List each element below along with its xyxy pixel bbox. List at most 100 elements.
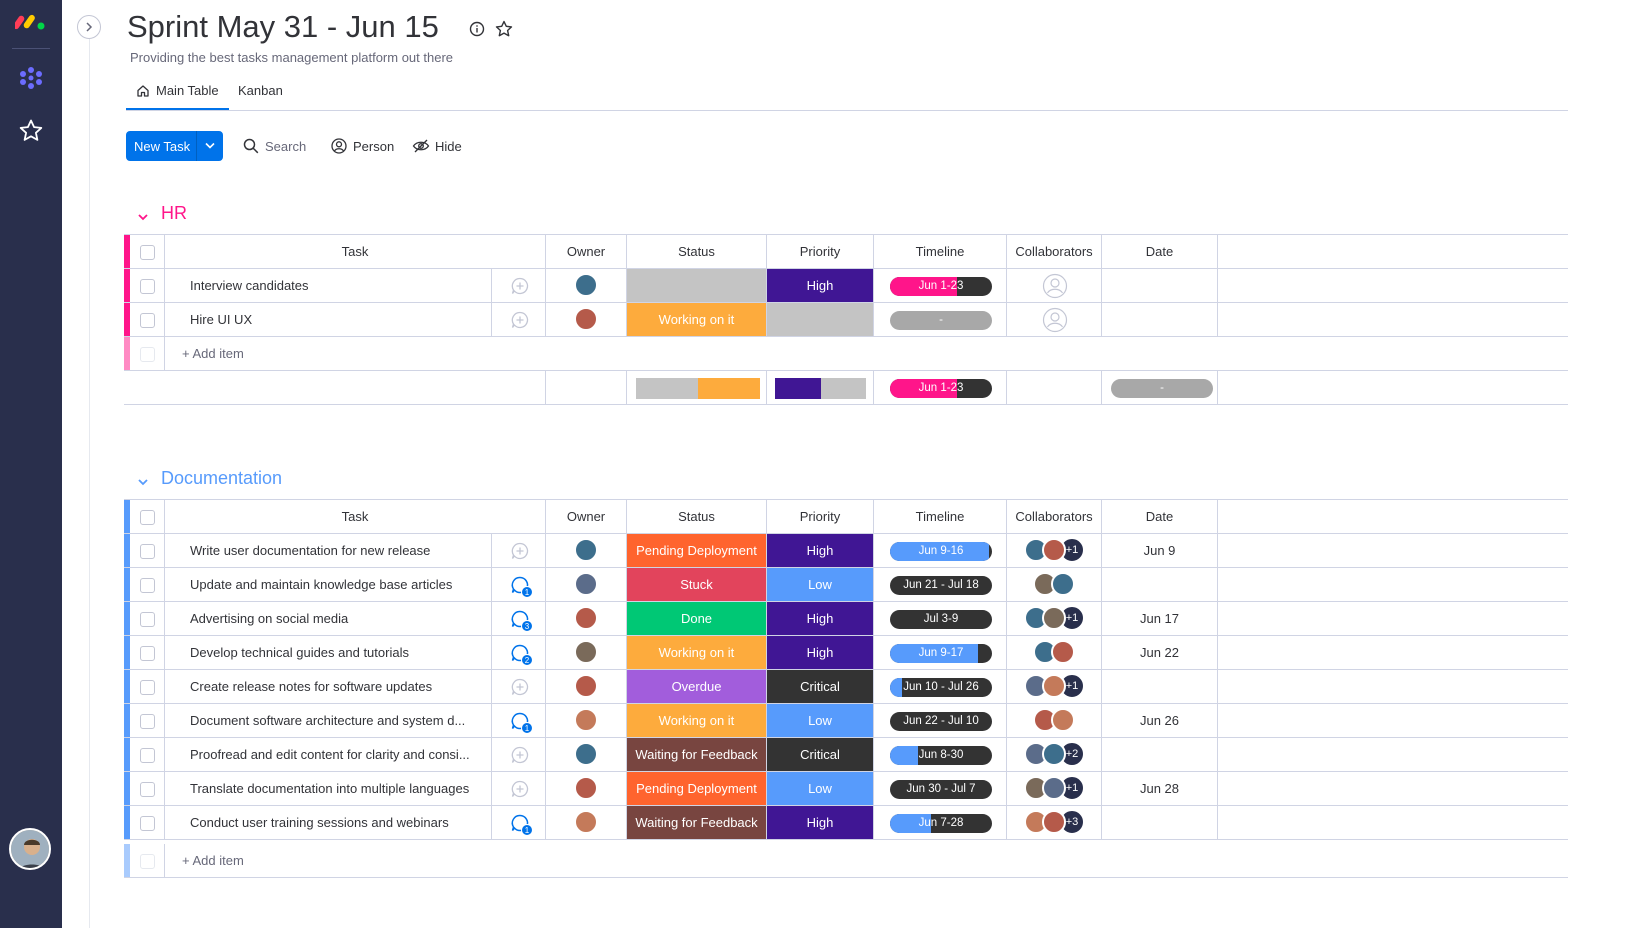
column-header-task[interactable]: Task	[164, 235, 545, 268]
priority-cell[interactable]: Critical	[766, 670, 873, 703]
task-cell[interactable]: Create release notes for software update…	[164, 670, 491, 703]
collaborators-cell[interactable]: +1	[1006, 772, 1101, 805]
timeline-cell[interactable]: Jun 21 - Jul 18	[873, 568, 1006, 601]
timeline-cell[interactable]: Jun 10 - Jul 26	[873, 670, 1006, 703]
owner-cell[interactable]	[545, 704, 626, 737]
owner-cell[interactable]	[545, 670, 626, 703]
collaborator-avatar[interactable]	[1042, 810, 1066, 834]
priority-cell[interactable]: Low	[766, 704, 873, 737]
row-checkbox[interactable]	[140, 816, 155, 831]
empty-person-icon[interactable]	[1042, 273, 1068, 299]
timeline-cell[interactable]: -	[873, 303, 1006, 336]
empty-person-icon[interactable]	[1042, 307, 1068, 333]
timeline-pill[interactable]: Jun 1-23	[890, 379, 992, 398]
add-item-row[interactable]: + Add item	[124, 844, 1568, 878]
owner-cell[interactable]	[545, 568, 626, 601]
column-header-collaborators[interactable]: Collaborators	[1006, 500, 1101, 533]
date-cell[interactable]: Jun 9	[1101, 534, 1218, 567]
row-checkbox[interactable]	[140, 748, 155, 763]
priority-distribution-bar[interactable]	[775, 378, 866, 399]
timeline-pill[interactable]: Jun 30 - Jul 7	[890, 780, 992, 799]
collaborators-cell[interactable]: +3	[1006, 806, 1101, 839]
column-header-owner[interactable]: Owner	[545, 235, 626, 268]
timeline-cell[interactable]: Jun 1-23	[873, 269, 1006, 302]
column-header-timeline[interactable]: Timeline	[873, 235, 1006, 268]
priority-cell[interactable]: High	[766, 269, 873, 302]
row-checkbox[interactable]	[140, 313, 155, 328]
add-item-label[interactable]: + Add item	[182, 337, 244, 370]
status-cell[interactable]: Overdue	[626, 670, 766, 703]
column-header-date[interactable]: Date	[1101, 235, 1218, 268]
column-header-priority[interactable]: Priority	[766, 500, 873, 533]
priority-cell[interactable]: Low	[766, 772, 873, 805]
status-cell[interactable]: Done	[626, 602, 766, 635]
priority-cell[interactable]: Critical	[766, 738, 873, 771]
collaborators-cell[interactable]: +1	[1006, 602, 1101, 635]
task-cell[interactable]: Advertising on social media	[164, 602, 491, 635]
priority-cell[interactable]: High	[766, 636, 873, 669]
owner-avatar[interactable]	[574, 273, 598, 297]
board-title[interactable]: Sprint May 31 - Jun 15	[127, 9, 439, 45]
timeline-pill[interactable]: Jun 1-23	[890, 277, 992, 296]
updates-button[interactable]: 3	[491, 602, 545, 635]
owner-cell[interactable]	[545, 602, 626, 635]
task-cell[interactable]: Translate documentation into multiple la…	[164, 772, 491, 805]
row-checkbox[interactable]	[140, 646, 155, 661]
collaborator-avatar[interactable]	[1051, 640, 1075, 664]
collaborators-cell[interactable]	[1006, 269, 1101, 302]
timeline-pill[interactable]: Jun 21 - Jul 18	[890, 576, 992, 595]
add-item-row[interactable]: + Add item	[124, 337, 1568, 371]
status-cell[interactable]: Pending Deployment	[626, 534, 766, 567]
timeline-pill[interactable]: -	[890, 311, 992, 330]
date-cell[interactable]	[1101, 568, 1218, 601]
task-cell[interactable]: Update and maintain knowledge base artic…	[164, 568, 491, 601]
timeline-pill[interactable]: Jul 3-9	[890, 610, 992, 629]
status-cell[interactable]: Working on it	[626, 303, 766, 336]
priority-cell[interactable]: High	[766, 602, 873, 635]
updates-button[interactable]: 1	[491, 704, 545, 737]
row-checkbox[interactable]	[140, 680, 155, 695]
task-name[interactable]: Update and maintain knowledge base artic…	[190, 568, 452, 601]
collaborator-avatar[interactable]	[1042, 606, 1066, 630]
task-name[interactable]: Advertising on social media	[190, 602, 348, 635]
task-name[interactable]: Hire UI UX	[190, 303, 252, 336]
timeline-pill[interactable]: Jun 22 - Jul 10	[890, 712, 992, 731]
task-name[interactable]: Proofread and edit content for clarity a…	[190, 738, 470, 771]
chevron-down-icon[interactable]	[203, 140, 217, 152]
status-cell[interactable]: Working on it	[626, 704, 766, 737]
select-all-checkbox[interactable]	[140, 510, 155, 525]
new-task-button[interactable]: New Task	[126, 131, 223, 161]
column-header-status[interactable]: Status	[626, 235, 766, 268]
timeline-cell[interactable]: Jul 3-9	[873, 602, 1006, 635]
status-cell[interactable]: Pending Deployment	[626, 772, 766, 805]
status-cell[interactable]: Stuck	[626, 568, 766, 601]
chevron-down-icon[interactable]	[136, 210, 150, 224]
date-cell[interactable]: Jun 26	[1101, 704, 1218, 737]
column-header-date[interactable]: Date	[1101, 500, 1218, 533]
timeline-pill[interactable]: Jun 10 - Jul 26	[890, 678, 992, 697]
date-cell[interactable]: Jun 17	[1101, 602, 1218, 635]
timeline-pill[interactable]: Jun 9-17	[890, 644, 992, 663]
updates-button[interactable]: 1	[491, 568, 545, 601]
table-row[interactable]: Update and maintain knowledge base artic…	[124, 568, 1568, 602]
status-cell[interactable]: Working on it	[626, 636, 766, 669]
priority-cell[interactable]: Low	[766, 568, 873, 601]
info-icon[interactable]	[468, 20, 486, 38]
collaborator-avatar[interactable]	[1051, 708, 1075, 732]
table-row[interactable]: Interview candidates High Jun 1-23	[124, 269, 1568, 303]
timeline-cell[interactable]: Jun 9-16	[873, 534, 1006, 567]
group-title[interactable]: Documentation	[161, 468, 282, 489]
user-avatar[interactable]	[9, 828, 51, 870]
owner-cell[interactable]	[545, 738, 626, 771]
tab-main-table[interactable]: Main Table	[126, 78, 229, 110]
updates-button[interactable]	[491, 303, 545, 336]
priority-cell[interactable]: High	[766, 534, 873, 567]
monday-logo-icon[interactable]	[15, 10, 47, 32]
table-row[interactable]: Proofread and edit content for clarity a…	[124, 738, 1568, 772]
star-icon[interactable]	[494, 19, 514, 39]
table-row[interactable]: Translate documentation into multiple la…	[124, 772, 1568, 806]
collaborators-cell[interactable]	[1006, 568, 1101, 601]
timeline-cell[interactable]: Jun 7-28	[873, 806, 1006, 839]
priority-cell[interactable]: High	[766, 806, 873, 839]
collaborators-cell[interactable]: +2	[1006, 738, 1101, 771]
